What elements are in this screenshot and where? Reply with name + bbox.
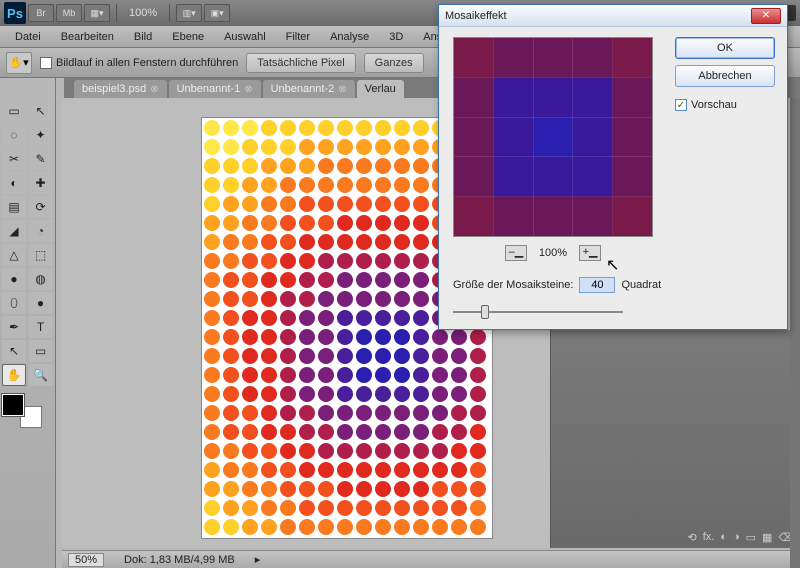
tool-8[interactable]: ▤ — [2, 196, 26, 218]
arrange-button[interactable]: ▥▾ — [176, 4, 202, 22]
close-button[interactable]: ✕ — [751, 8, 781, 24]
tab-beispiel3[interactable]: beispiel3.psd⊗ — [74, 80, 167, 98]
menu-ebene[interactable]: Ebene — [163, 29, 213, 45]
tool-18[interactable]: ✒ — [2, 316, 26, 338]
tool-5[interactable]: ✎ — [29, 148, 53, 170]
menu-filter[interactable]: Filter — [277, 29, 319, 45]
tool-16[interactable]: ⬯ — [2, 292, 26, 314]
filter-preview[interactable] — [453, 37, 653, 237]
zoom-in-button[interactable]: +▁ — [579, 245, 601, 261]
cell-size-unit: Quadrat — [621, 279, 661, 291]
ok-button[interactable]: OK — [675, 37, 775, 59]
layers-panel[interactable]: ⟲fx.◐◑▭▦⌫ — [550, 330, 800, 548]
panel-icon-4[interactable]: ▭ — [746, 531, 756, 544]
tool-20[interactable]: ↖ — [2, 340, 26, 362]
menu-bild[interactable]: Bild — [125, 29, 161, 45]
close-icon[interactable]: ⊗ — [150, 84, 158, 95]
tool-23[interactable]: 🔍 — [29, 364, 53, 386]
tool-3[interactable]: ✦ — [29, 124, 53, 146]
tool-7[interactable]: ✚ — [29, 172, 53, 194]
tool-13[interactable]: ⬚ — [29, 244, 53, 266]
cell-size-slider[interactable] — [453, 303, 623, 321]
panel-footer-icons: ⟲fx.◐◑▭▦⌫ — [687, 531, 794, 544]
preview-zoom-value: 100% — [539, 247, 567, 259]
tool-21[interactable]: ▭ — [29, 340, 53, 362]
tool-1[interactable]: ↖ — [29, 100, 53, 122]
hand-tool-icon[interactable]: ✋▾ — [6, 52, 32, 74]
panel-icon-5[interactable]: ▦ — [762, 531, 772, 544]
view-extras-button[interactable]: ▦▾ — [84, 4, 110, 22]
tool-6[interactable]: ◐ — [2, 172, 26, 194]
minibridge-button[interactable]: Mb — [56, 4, 82, 22]
menu-bearbeiten[interactable]: Bearbeiten — [52, 29, 123, 45]
scroll-all-label: Bildlauf in allen Fenstern durchführen — [56, 57, 238, 69]
preview-checkbox[interactable]: ✓ Vorschau — [675, 99, 775, 111]
tool-11[interactable]: ◔ — [29, 220, 53, 242]
panel-icon-1[interactable]: fx. — [703, 531, 715, 544]
menu-datei[interactable]: Datei — [6, 29, 50, 45]
screen-mode-button[interactable]: ▣▾ — [204, 4, 230, 22]
slider-thumb[interactable] — [481, 305, 489, 319]
tab-verlauf[interactable]: Verlau — [357, 80, 404, 98]
cell-size-label: Größe der Mosaiksteine: — [453, 279, 573, 291]
menu-analyse[interactable]: Analyse — [321, 29, 378, 45]
panel-icon-0[interactable]: ⟲ — [687, 531, 696, 544]
tool-15[interactable]: ◍ — [29, 268, 53, 290]
mosaic-dialog: Mosaikeffekt ✕ –▁ 100% +▁ Größe der Mosa… — [438, 4, 788, 330]
tool-9[interactable]: ⟳ — [29, 196, 53, 218]
tool-12[interactable]: △ — [2, 244, 26, 266]
toolbox: ▭↖◌✦✂✎◐✚▤⟳◢◔△⬚●◍⬯●✒T↖▭✋🔍 — [0, 78, 56, 568]
fit-screen-button[interactable]: Ganzes — [364, 53, 424, 73]
status-bar: 50% Dok: 1,83 MB/4,99 MB ▸ — [62, 550, 800, 568]
tab-unbenannt2[interactable]: Unbenannt-2⊗ — [263, 80, 355, 98]
tool-4[interactable]: ✂ — [2, 148, 26, 170]
checkbox-icon: ✓ — [675, 99, 687, 111]
tool-10[interactable]: ◢ — [2, 220, 26, 242]
close-icon[interactable]: ⊗ — [244, 84, 252, 95]
scroll-all-checkbox[interactable]: Bildlauf in allen Fenstern durchführen — [40, 57, 238, 69]
actual-pixels-button[interactable]: Tatsächliche Pixel — [246, 53, 355, 73]
status-zoom[interactable]: 50% — [68, 553, 104, 567]
menu-auswahl[interactable]: Auswahl — [215, 29, 275, 45]
preview-label: Vorschau — [691, 99, 737, 111]
tool-22[interactable]: ✋ — [2, 364, 26, 386]
status-docsize: Dok: 1,83 MB/4,99 MB — [124, 554, 235, 566]
tool-2[interactable]: ◌ — [2, 124, 26, 146]
dialog-titlebar[interactable]: Mosaikeffekt ✕ — [439, 5, 787, 27]
chevron-right-icon[interactable]: ▸ — [255, 553, 261, 566]
zoom-level[interactable]: 100% — [123, 7, 163, 19]
tool-17[interactable]: ● — [29, 292, 53, 314]
color-swatches[interactable] — [2, 394, 42, 428]
dialog-title: Mosaikeffekt — [445, 10, 507, 22]
tab-unbenannt1[interactable]: Unbenannt-1⊗ — [169, 80, 261, 98]
right-dock[interactable] — [790, 78, 800, 568]
menu-3d[interactable]: 3D — [380, 29, 412, 45]
ps-logo: Ps — [4, 2, 26, 24]
tool-19[interactable]: T — [29, 316, 53, 338]
panel-icon-3[interactable]: ◑ — [733, 531, 740, 544]
tool-0[interactable]: ▭ — [2, 100, 26, 122]
preview-zoom-controls: –▁ 100% +▁ — [453, 245, 653, 261]
zoom-out-button[interactable]: –▁ — [505, 245, 527, 261]
close-icon[interactable]: ⊗ — [338, 84, 346, 95]
checkbox-icon — [40, 57, 52, 69]
cancel-button[interactable]: Abbrechen — [675, 65, 775, 87]
panel-icon-2[interactable]: ◐ — [720, 531, 727, 544]
bridge-button[interactable]: Br — [28, 4, 54, 22]
cell-size-input[interactable] — [579, 277, 615, 293]
tool-14[interactable]: ● — [2, 268, 26, 290]
